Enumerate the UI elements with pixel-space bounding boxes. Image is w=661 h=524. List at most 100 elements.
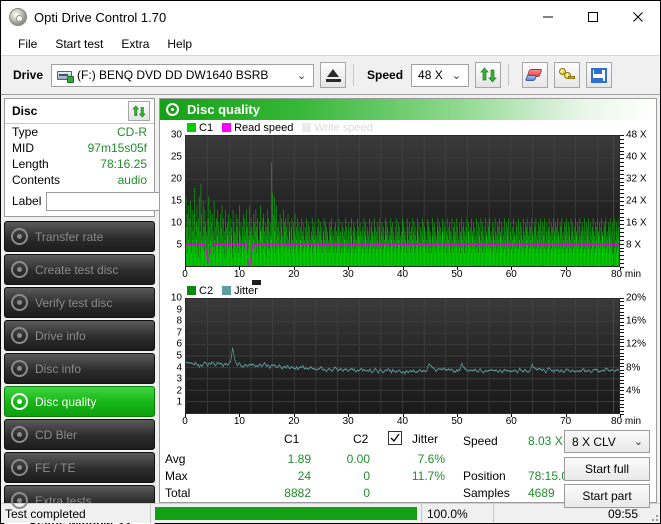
- chevron-down-icon: ⌄: [634, 435, 643, 448]
- y-tick-label: 25: [171, 152, 182, 163]
- legend-item-c2: C2: [187, 285, 213, 297]
- right-tick-label: 40 X: [626, 152, 647, 163]
- x-tick-label: 20: [288, 416, 299, 427]
- y-tick-label: 20: [171, 174, 182, 185]
- c2-y-axis: 12345678910: [160, 298, 185, 414]
- menu-start-test[interactable]: Start test: [46, 35, 112, 53]
- right-axis-minor-tick: [620, 182, 624, 183]
- right-axis-minor-tick: [620, 329, 624, 330]
- legend-label-write-speed: Write speed: [314, 122, 373, 134]
- c1-plot[interactable]: [185, 135, 620, 267]
- right-axis-minor-tick: [620, 380, 624, 381]
- save-button[interactable]: [586, 62, 612, 88]
- speed-stat-label: Speed: [463, 434, 498, 448]
- floppy-save-icon: [591, 68, 607, 83]
- y-tick-label: 3: [176, 374, 182, 385]
- sidebar-item-disc-info[interactable]: Disc info: [4, 353, 155, 384]
- close-button[interactable]: [615, 1, 660, 33]
- right-axis-minor-tick: [620, 251, 624, 252]
- menu-help[interactable]: Help: [158, 35, 201, 53]
- stats-max-c2: 0: [322, 469, 370, 483]
- right-axis-minor-tick: [620, 305, 624, 306]
- keys-button[interactable]: [554, 62, 580, 88]
- right-axis-minor-tick: [620, 259, 624, 260]
- resize-grip[interactable]: [644, 504, 660, 523]
- sidebar-item-fe-te[interactable]: FE / TE: [4, 452, 155, 483]
- right-axis-minor-tick: [620, 315, 624, 316]
- refresh-button[interactable]: [475, 62, 501, 88]
- right-tick-label: 24 X: [626, 196, 647, 207]
- start-full-button[interactable]: Start full: [564, 457, 650, 481]
- c1-x-axis: 01020304050607080 min: [185, 267, 620, 283]
- right-axis-minor-tick: [620, 154, 624, 155]
- sidebar-item-transfer-rate[interactable]: Transfer rate: [4, 221, 155, 252]
- sidebar-item-create-test-disc[interactable]: Create test disc: [4, 254, 155, 285]
- x-tick-label: 50: [451, 416, 462, 427]
- window-controls: [525, 1, 660, 33]
- menu-extra[interactable]: Extra: [112, 35, 158, 53]
- position-stat-label: Position: [463, 469, 506, 483]
- legend-swatch-jitter: [222, 286, 231, 295]
- c2-chart-legend: C2 Jitter: [160, 283, 656, 298]
- right-axis-minor-tick: [620, 383, 624, 384]
- c1-y-axis: 51015202530: [160, 135, 185, 267]
- drive-select[interactable]: (F:) BENQ DVD DD DW1640 BSRB ⌄: [51, 64, 314, 87]
- speed-stat-value: 8.03 X: [528, 434, 563, 448]
- right-axis-minor-tick: [620, 263, 624, 264]
- eraser-icon: [526, 67, 544, 83]
- right-tick-label: 16 X: [626, 218, 647, 229]
- disc-row-contents: Contents audio: [5, 172, 154, 188]
- minimize-button[interactable]: [525, 1, 570, 33]
- right-axis-minor-tick: [620, 213, 624, 214]
- speed-label: Speed: [367, 68, 403, 82]
- right-axis-minor-tick: [620, 363, 624, 364]
- right-axis-minor-tick: [620, 397, 624, 398]
- jitter-checkbox[interactable]: [388, 431, 402, 445]
- right-axis-minor-tick: [620, 178, 624, 179]
- c2-plot[interactable]: [185, 298, 620, 414]
- x-tick-label: 0: [182, 416, 188, 427]
- sidebar: Disc Type CD-R MID 97m15s05f: [1, 95, 158, 503]
- right-axis-minor-tick: [620, 135, 624, 136]
- sidebar-item-disc-quality[interactable]: Disc quality: [4, 386, 155, 417]
- maximize-button[interactable]: [570, 1, 615, 33]
- drive-select-value: (F:) BENQ DVD DD DW1640 BSRB: [77, 68, 268, 82]
- right-axis-minor-tick: [620, 147, 624, 148]
- y-tick-label: 1: [176, 397, 182, 408]
- x-tick-label: 30: [343, 269, 354, 280]
- start-part-button[interactable]: Start part: [564, 484, 650, 508]
- toolbar-separator-1: [353, 64, 354, 86]
- window-title: Opti Drive Control 1.70: [34, 10, 166, 25]
- drive-icon: [57, 68, 73, 82]
- right-axis-minor-tick: [620, 143, 624, 144]
- sidebar-item-verify-test-disc[interactable]: Verify test disc: [4, 287, 155, 318]
- right-axis-minor-tick: [620, 162, 624, 163]
- write-mode-select[interactable]: 8 X CLV ⌄: [564, 430, 650, 453]
- erase-button[interactable]: [522, 62, 548, 88]
- menu-file[interactable]: File: [9, 35, 46, 53]
- stats-max-c1: 24: [253, 469, 311, 483]
- speed-select[interactable]: 48 X ⌄: [411, 64, 469, 87]
- legend-item-c1: C1: [187, 122, 213, 134]
- stats-max-jitter: 11.7%: [388, 469, 445, 483]
- y-tick-label: 8: [176, 316, 182, 327]
- c1-plot-wrap: 51015202530 8 X16 X24 X32 X40 X48 X: [160, 135, 656, 267]
- section-header: Disc quality: [160, 99, 656, 120]
- app-disc-icon: [9, 8, 27, 26]
- stats-row-total: Total: [165, 486, 190, 500]
- sidebar-item-cd-bler[interactable]: CD Bler: [4, 419, 155, 450]
- right-axis-minor-tick: [620, 248, 624, 249]
- disc-row-key: MID: [12, 141, 34, 155]
- samples-stat-value: 4689: [528, 486, 555, 500]
- jitter-label: Jitter: [412, 432, 438, 446]
- y-tick-label: 5: [176, 351, 182, 362]
- sidebar-item-drive-info[interactable]: Drive info: [4, 320, 155, 351]
- disc-refresh-button[interactable]: [128, 101, 150, 121]
- eject-button[interactable]: [320, 62, 346, 88]
- y-tick-label: 2: [176, 385, 182, 396]
- right-axis-minor-tick: [620, 370, 624, 371]
- refresh-icon: [132, 105, 146, 118]
- right-axis-minor-tick: [620, 376, 624, 377]
- app-window: Opti Drive Control 1.70 File Start test …: [0, 0, 661, 524]
- right-axis-minor-tick: [620, 301, 624, 302]
